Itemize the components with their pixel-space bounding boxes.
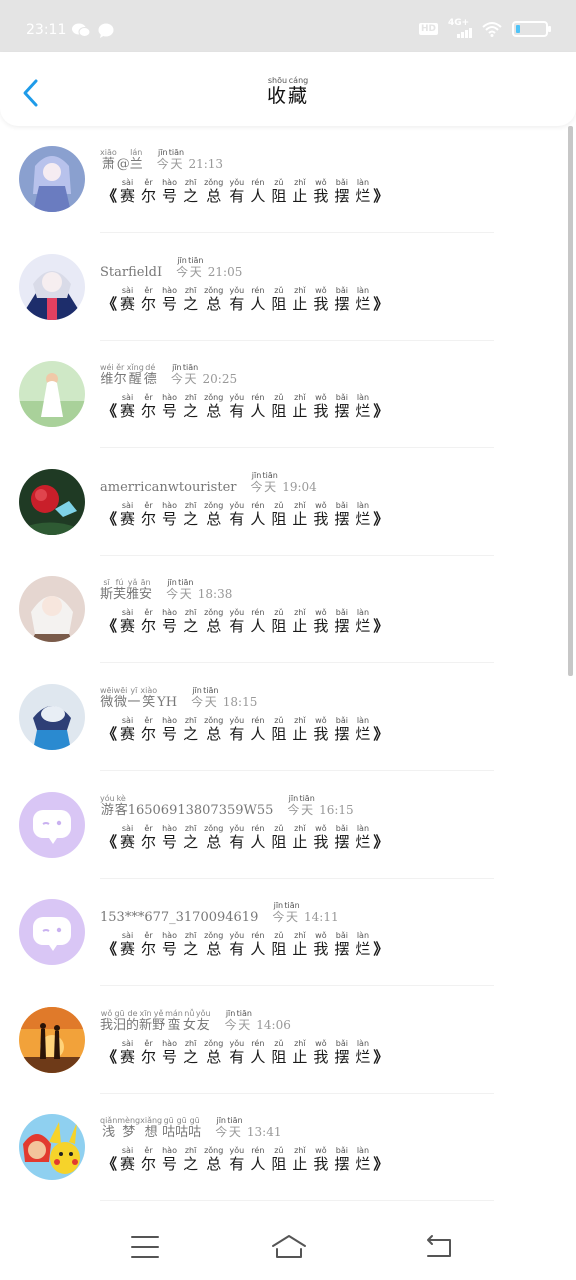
avatar[interactable] bbox=[19, 576, 85, 643]
avatar[interactable] bbox=[19, 253, 85, 320]
list-item[interactable]: 我wǒ汨gū的de新xīn野yě蛮mán女nǚ友yǒu 今jīn天tiān14:0… bbox=[0, 987, 570, 1094]
list-item[interactable]: 维wéi尔ěr醒xǐng德dé 今jīn天tiān20:25 《赛sài尔ěr号hà… bbox=[0, 341, 570, 449]
wechat-icon bbox=[72, 23, 90, 37]
notification-icons bbox=[72, 23, 114, 38]
username: 萧xiāo@兰lán bbox=[100, 148, 143, 172]
message-icon bbox=[98, 23, 114, 38]
item-meta: 维wéi尔ěr醒xǐng德dé 今jīn天tiān20:25 bbox=[100, 363, 238, 388]
avatar[interactable] bbox=[19, 146, 85, 212]
username: 我wǒ汨gū的de新xīn野yě蛮mán女nǚ友yǒu bbox=[100, 1008, 211, 1033]
collected-title[interactable]: 《赛sài尔ěr号hào之zhī总zǒng有yǒu人rén阻zǔ止zhǐ我wǒ摆… bbox=[102, 1039, 388, 1067]
list-item[interactable]: StarfieldI 今jīn天tiān21:05 《赛sài尔ěr号hào之zhī… bbox=[0, 234, 570, 341]
avatar[interactable] bbox=[19, 1114, 85, 1181]
menu-icon bbox=[131, 1236, 159, 1258]
system-nav-bar bbox=[0, 1212, 576, 1280]
collected-title[interactable]: 《赛sài尔ěr号hào之zhī总zǒng有yǒu人rén阻zǔ止zhǐ我wǒ摆… bbox=[102, 608, 388, 636]
collected-title[interactable]: 《赛sài尔ěr号hào之zhī总zǒng有yǒu人rén阻zǔ止zhǐ我wǒ摆… bbox=[102, 393, 388, 421]
collected-title[interactable]: 《赛sài尔ěr号hào之zhī总zǒng有yǒu人rén阻zǔ止zhǐ我wǒ摆… bbox=[102, 931, 388, 959]
timestamp: 今jīn天tiān13:41 bbox=[215, 1116, 282, 1140]
signal-icon: 4G+ bbox=[448, 18, 472, 38]
username: 游yóu客kè16506913807359W55 bbox=[100, 793, 274, 818]
timestamp: 今jīn天tiān21:05 bbox=[176, 255, 243, 279]
battery-icon bbox=[512, 21, 551, 37]
wifi-icon bbox=[482, 22, 502, 37]
collected-title[interactable]: 《赛sài尔ěr号hào之zhī总zǒng有yǒu人rén阻zǔ止zhǐ我wǒ摆… bbox=[102, 716, 388, 744]
timestamp: 今jīn天tiān14:11 bbox=[272, 901, 339, 925]
network-type: 4G+ bbox=[448, 18, 470, 28]
avatar[interactable] bbox=[19, 1006, 85, 1073]
username: 浅qiǎn梦mèng想xiǎng咕gū咕gū咕gū bbox=[100, 1116, 202, 1141]
menu-button[interactable] bbox=[128, 1232, 162, 1262]
hd-badge: HD bbox=[418, 23, 438, 35]
list-item[interactable]: 游yóu客kè16506913807359W55 今jīn天tiān16:15 《赛… bbox=[0, 772, 570, 879]
item-meta: 游yóu客kè16506913807359W55 今jīn天tiān16:15 bbox=[100, 793, 354, 818]
timestamp: 今jīn天tiān16:15 bbox=[287, 793, 354, 817]
home-button[interactable] bbox=[270, 1232, 308, 1262]
collected-title[interactable]: 《赛sài尔ěr号hào之zhī总zǒng有yǒu人rén阻zǔ止zhǐ我wǒ摆… bbox=[102, 824, 388, 852]
timestamp: 今jīn天tiān18:15 bbox=[191, 686, 258, 709]
item-meta: 萧xiāo@兰lán 今jīn天tiān21:13 bbox=[100, 148, 224, 172]
list-item[interactable]: 浅qiǎn梦mèng想xiǎng咕gū咕gū咕gū 今jīn天tiān13:41 《… bbox=[0, 1094, 570, 1202]
avatar[interactable] bbox=[19, 468, 85, 535]
title-char: 收shōu bbox=[266, 76, 288, 107]
timestamp: 今jīn天tiān14:06 bbox=[224, 1008, 291, 1032]
list-item[interactable]: 153***677_3170094619 今jīn天tiān14:11 《赛sài尔… bbox=[0, 879, 570, 987]
username: amerricanwtourister bbox=[100, 479, 237, 495]
collected-title[interactable]: 《赛sài尔ěr号hào之zhī总zǒng有yǒu人rén阻zǔ止zhǐ我wǒ摆… bbox=[102, 178, 388, 206]
list-item[interactable]: 萧xiāo@兰lán 今jīn天tiān21:13 《赛sài尔ěr号hào之zhī… bbox=[0, 126, 570, 233]
avatar[interactable] bbox=[19, 684, 85, 750]
home-icon bbox=[272, 1235, 306, 1258]
timestamp: 今jīn天tiān21:13 bbox=[156, 148, 224, 171]
page-header: 收shōu藏cáng bbox=[0, 52, 576, 126]
page-title: 收shōu藏cáng bbox=[0, 76, 576, 108]
username: StarfieldI bbox=[100, 264, 163, 280]
back-icon bbox=[427, 1235, 451, 1257]
item-meta: 浅qiǎn梦mèng想xiǎng咕gū咕gū咕gū 今jīn天tiān13:41 bbox=[100, 1116, 282, 1141]
system-icons: HD 4G+ bbox=[418, 18, 551, 38]
avatar[interactable] bbox=[19, 361, 85, 428]
list-item[interactable]: amerricanwtourister 今jīn天tiān19:04 《赛sài尔ě… bbox=[0, 449, 570, 556]
timestamp: 今jīn天tiān19:04 bbox=[250, 470, 317, 494]
item-meta: amerricanwtourister 今jīn天tiān19:04 bbox=[100, 470, 317, 495]
avatar[interactable] bbox=[19, 899, 85, 966]
username: 斯sī芙fú雅yǎ安ān bbox=[100, 578, 153, 603]
divider bbox=[100, 1200, 494, 1202]
username: 153***677_3170094619 bbox=[100, 910, 259, 926]
collected-title[interactable]: 《赛sài尔ěr号hào之zhī总zǒng有yǒu人rén阻zǔ止zhǐ我wǒ摆… bbox=[102, 501, 388, 529]
username: 维wéi尔ěr醒xǐng德dé bbox=[100, 363, 157, 388]
back-nav-button[interactable] bbox=[422, 1232, 456, 1262]
avatar[interactable] bbox=[19, 791, 85, 858]
list-item[interactable]: 微wēi微wēi一yī笑xiàoYH 今jīn天tiān18:15 《赛sài尔ěr… bbox=[0, 664, 570, 771]
item-meta: 微wēi微wēi一yī笑xiàoYH 今jīn天tiān18:15 bbox=[100, 686, 258, 710]
item-meta: 我wǒ汨gū的de新xīn野yě蛮mán女nǚ友yǒu 今jīn天tiān14:0… bbox=[100, 1008, 291, 1033]
timestamp: 今jīn天tiān18:38 bbox=[166, 578, 233, 602]
status-time: 23:11 bbox=[26, 22, 67, 38]
item-meta: 153***677_3170094619 今jīn天tiān14:11 bbox=[100, 901, 339, 926]
list-item[interactable]: 斯sī芙fú雅yǎ安ān 今jīn天tiān18:38 《赛sài尔ěr号hào之z… bbox=[0, 556, 570, 664]
item-meta: StarfieldI 今jīn天tiān21:05 bbox=[100, 255, 243, 280]
collected-title[interactable]: 《赛sài尔ěr号hào之zhī总zǒng有yǒu人rén阻zǔ止zhǐ我wǒ摆… bbox=[102, 1146, 388, 1174]
status-bar: 23:11 HD 4G+ bbox=[0, 0, 576, 52]
collected-title[interactable]: 《赛sài尔ěr号hào之zhī总zǒng有yǒu人rén阻zǔ止zhǐ我wǒ摆… bbox=[102, 286, 388, 314]
item-meta: 斯sī芙fú雅yǎ安ān 今jīn天tiān18:38 bbox=[100, 578, 233, 603]
username: 微wēi微wēi一yī笑xiàoYH bbox=[100, 686, 178, 710]
timestamp: 今jīn天tiān20:25 bbox=[170, 363, 238, 387]
title-char: 藏cáng bbox=[288, 76, 310, 107]
